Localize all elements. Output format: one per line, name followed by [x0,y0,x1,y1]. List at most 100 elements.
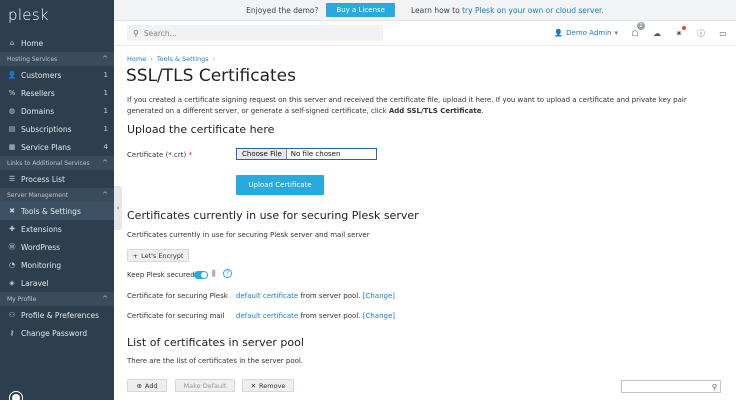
sidebar-item-label: Subscriptions [21,124,72,134]
sidebar-item-tools-settings[interactable]: ✖ Tools & Settings [0,202,114,220]
button-label: Let's Encrypt [141,251,184,260]
wordpress-icon: Ⓦ [8,243,16,251]
laravel-icon: ◈ [9,279,15,287]
certificate-file-input[interactable]: Choose File No file chosen [236,148,377,160]
users-icon: 👤 [7,71,17,79]
sidebar-section-server-management[interactable]: Server Management ^ [0,188,114,202]
sidebar-item-label: Home [21,38,44,48]
sidebar-item-wordpress[interactable]: Ⓦ WordPress [0,238,114,256]
plesk-cert-label: Certificate for securing Plesk [127,292,228,300]
alert-dot [682,26,686,30]
percent-icon: % [8,89,16,97]
layout-icon[interactable]: ▭ [718,28,728,38]
plesk-cert-value: default certificate from server pool. [C… [236,292,395,300]
notifications-icon[interactable]: ☖ 2 [630,22,645,38]
key-icon: ⚷ [9,329,15,337]
item-count: 4 [103,143,108,151]
section-label: Server Management [7,191,69,199]
button-label: Remove [259,381,286,390]
monitoring-icon: ◔ [8,261,16,269]
sidebar-collapse-toggle[interactable]: ‹ [114,186,122,230]
sidebar-item-customers[interactable]: 👤 Customers 1 [0,66,114,84]
sidebar-item-change-password[interactable]: ⚷ Change Password [0,324,114,342]
item-count: 1 [103,125,108,133]
section-label: Links to Additional Services [7,159,90,167]
sidebar-item-laravel[interactable]: ◈ Laravel [0,274,114,292]
help-bubble-icon[interactable] [10,392,22,400]
extensions-catalog-icon[interactable]: ✷ [674,26,686,38]
sidebar-item-label: Monitoring [21,260,62,270]
main-content: Home › Tools & Settings › SSL/TLS Certif… [126,46,726,400]
pool-description: There are the list of certificates in th… [127,357,304,365]
sidebar-item-resellers[interactable]: % Resellers 1 [0,84,114,102]
item-count: 1 [103,89,108,97]
mail-cert-value: default certificate from server pool. [C… [236,312,395,320]
settings-sliders-icon[interactable]: ⫼ [212,269,216,279]
section-label: My Profile [7,295,37,303]
puzzle-icon: ✚ [9,225,15,233]
item-count: 1 [103,71,108,79]
plesk-change-link[interactable]: [Change] [363,292,395,300]
sidebar-item-home[interactable]: ⌂ Home [0,34,114,52]
question-icon[interactable]: ? [223,269,232,278]
promo-bar: Enjoyed the demo? Buy a License Learn ho… [114,0,736,21]
sidebar-item-process-list[interactable]: ☰ Process List [0,170,114,188]
choose-file-button[interactable]: Choose File [238,149,287,159]
in-use-heading: Certificates currently in use for securi… [127,209,419,222]
sidebar-item-service-plans[interactable]: ▦ Service Plans 4 [0,138,114,156]
breadcrumb-tools-settings[interactable]: Tools & Settings [157,55,209,63]
sidebar-item-label: Customers [21,70,62,80]
sidebar-item-label: Laravel [21,278,49,288]
remove-button[interactable]: ✕ Remove [242,379,294,392]
help-icon[interactable]: ⓘ [696,28,706,38]
make-default-button[interactable]: Make Default [175,379,235,392]
service-plans-icon: ▦ [8,143,16,151]
list-icon: ☰ [8,175,16,183]
from-pool-text: from server pool. [298,312,363,320]
sidebar-section-my-profile[interactable]: My Profile ^ [0,292,114,306]
plesk-logo[interactable]: plesk [0,0,114,34]
sidebar-item-label: Resellers [21,88,55,98]
plesk-default-certificate-link[interactable]: default certificate [236,292,298,300]
mail-default-certificate-link[interactable]: default certificate [236,312,298,320]
user-icon: 👤 [554,29,564,37]
intro-end: . [481,107,484,115]
mail-cert-label: Certificate for securing mail [127,312,225,320]
chevron-up-icon: ^ [102,55,108,63]
try-plesk-link[interactable]: try Plesk on your own or cloud server. [462,6,604,15]
user-menu[interactable]: 👤 Demo Admin ▾ [554,29,618,37]
upload-certificate-button[interactable]: Upload Certificate [236,175,324,195]
chevron-down-icon: ▾ [614,29,618,37]
search-icon: ⚲ [711,382,717,391]
search-icon: ⚲ [133,28,139,38]
certificate-list-search-input[interactable]: ⚲ [621,380,721,393]
globe-icon: ◍ [8,107,16,115]
sidebar-item-label: Change Password [21,328,88,338]
cloud-upload-icon[interactable]: ☁ [652,28,662,38]
add-icon: ⊕ [136,381,142,390]
header-actions: 👤 Demo Admin ▾ ☖ 2 ☁ ✷ ⓘ ▭ [554,22,736,38]
upload-heading: Upload the certificate here [127,123,275,136]
keep-secured-toggle[interactable] [194,271,208,279]
intro-bold: Add SSL/TLS Certificate [388,107,482,115]
chevron-up-icon: ^ [102,191,108,199]
search-input[interactable]: ⚲ Search... [127,25,383,41]
breadcrumb-home[interactable]: Home [127,55,146,63]
breadcrumb-separator: › [150,55,153,63]
lets-encrypt-button[interactable]: + Let's Encrypt [127,249,189,262]
sidebar-item-profile-preferences[interactable]: ⚇ Profile & Preferences [0,306,114,324]
sidebar-section-links[interactable]: Links to Additional Services ^ [0,156,114,170]
buy-license-button[interactable]: Buy a License [326,3,395,17]
certificate-field-label: Certificate (*.crt) * [127,151,192,159]
sidebar-section-hosting-services[interactable]: Hosting Services ^ [0,52,114,66]
chevron-up-icon: ^ [102,295,108,303]
mail-change-link[interactable]: [Change] [363,312,395,320]
sidebar-item-domains[interactable]: ◍ Domains 1 [0,102,114,120]
sidebar-item-monitoring[interactable]: ◔ Monitoring [0,256,114,274]
file-name: No file chosen [290,150,341,158]
sidebar-item-extensions[interactable]: ✚ Extensions [0,220,114,238]
chevron-up-icon: ^ [102,159,108,167]
user-name: Demo Admin [566,29,612,37]
add-button[interactable]: ⊕ Add [127,379,167,392]
sidebar-item-subscriptions[interactable]: ▤ Subscriptions 1 [0,120,114,138]
